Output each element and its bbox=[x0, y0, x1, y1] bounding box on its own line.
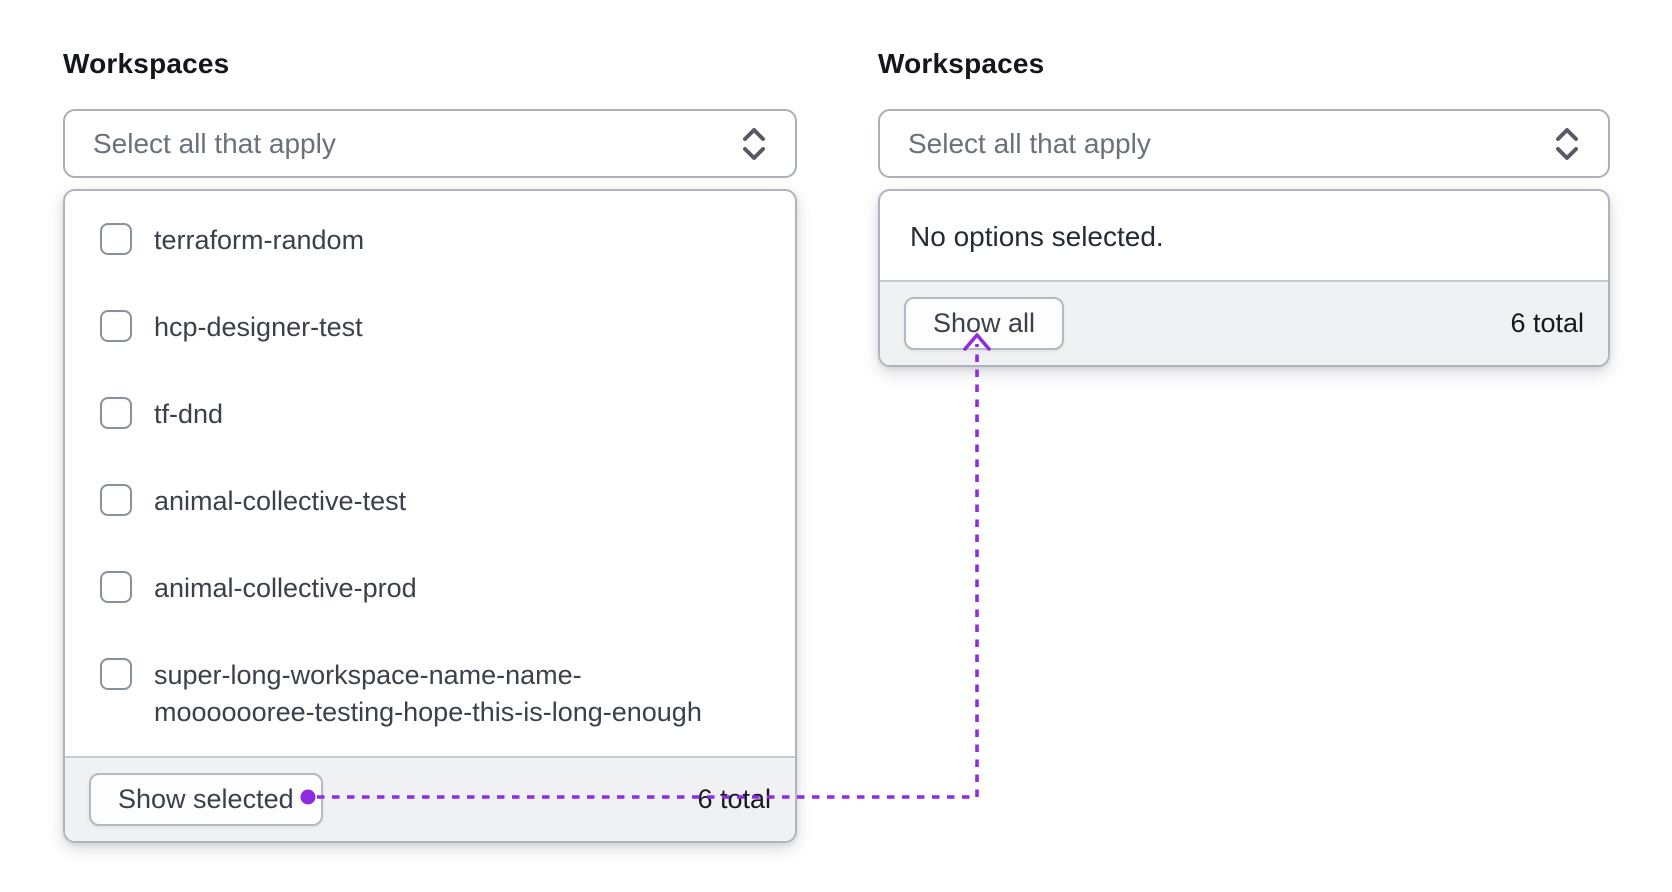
option-checkbox[interactable] bbox=[100, 223, 132, 255]
option-row[interactable]: animal-collective-prod bbox=[100, 570, 765, 607]
multiselect-trigger[interactable]: Select all that apply bbox=[878, 109, 1610, 178]
option-row[interactable]: terraform-random bbox=[100, 222, 765, 259]
option-label: tf-dnd bbox=[154, 399, 224, 429]
total-count: 6 total bbox=[697, 784, 771, 814]
option-label: animal-collective-prod bbox=[154, 573, 417, 603]
multiselect-trigger[interactable]: Select all that apply bbox=[63, 109, 797, 178]
option-row[interactable]: animal-collective-test bbox=[100, 483, 765, 520]
options-dropdown: terraform-random hcp-designer-test tf-dn… bbox=[63, 189, 797, 843]
option-row[interactable]: super-long-workspace-name-name-moooooore… bbox=[100, 657, 765, 731]
option-row[interactable]: hcp-designer-test bbox=[100, 309, 765, 346]
show-selected-button[interactable]: Show selected bbox=[89, 773, 323, 826]
show-all-button[interactable]: Show all bbox=[904, 297, 1065, 350]
workspaces-multiselect-collapsed: Workspaces Select all that apply No opti… bbox=[878, 48, 1610, 367]
selected-summary-panel: No options selected. Show all 6 total bbox=[878, 189, 1610, 367]
option-row[interactable]: tf-dnd bbox=[100, 396, 765, 433]
dropdown-footer: Show selected 6 total bbox=[65, 756, 795, 841]
option-checkbox[interactable] bbox=[100, 484, 132, 516]
summary-footer: Show all 6 total bbox=[880, 280, 1608, 365]
total-count: 6 total bbox=[1510, 308, 1584, 338]
field-label: Workspaces bbox=[878, 48, 1045, 79]
option-label: animal-collective-test bbox=[154, 486, 407, 516]
option-checkbox[interactable] bbox=[100, 310, 132, 342]
field-label: Workspaces bbox=[63, 48, 230, 79]
workspaces-multiselect-expanded: Workspaces Select all that apply terrafo… bbox=[63, 48, 797, 843]
option-label: super-long-workspace-name-name-moooooore… bbox=[154, 660, 702, 727]
select-placeholder: Select all that apply bbox=[93, 127, 336, 159]
chevron-up-down-icon bbox=[743, 127, 765, 160]
page: { "accent_color": "#8f2ce0", "left": { "… bbox=[0, 0, 1672, 892]
option-label: terraform-random bbox=[154, 225, 365, 255]
option-checkbox[interactable] bbox=[100, 658, 132, 690]
empty-message: No options selected. bbox=[910, 220, 1164, 252]
chevron-up-down-icon bbox=[1556, 127, 1578, 160]
option-checkbox[interactable] bbox=[100, 571, 132, 603]
option-label: hcp-designer-test bbox=[154, 312, 363, 342]
empty-state: No options selected. bbox=[880, 191, 1608, 282]
options-list: terraform-random hcp-designer-test tf-dn… bbox=[65, 191, 795, 731]
select-placeholder: Select all that apply bbox=[908, 127, 1151, 159]
option-checkbox[interactable] bbox=[100, 397, 132, 429]
